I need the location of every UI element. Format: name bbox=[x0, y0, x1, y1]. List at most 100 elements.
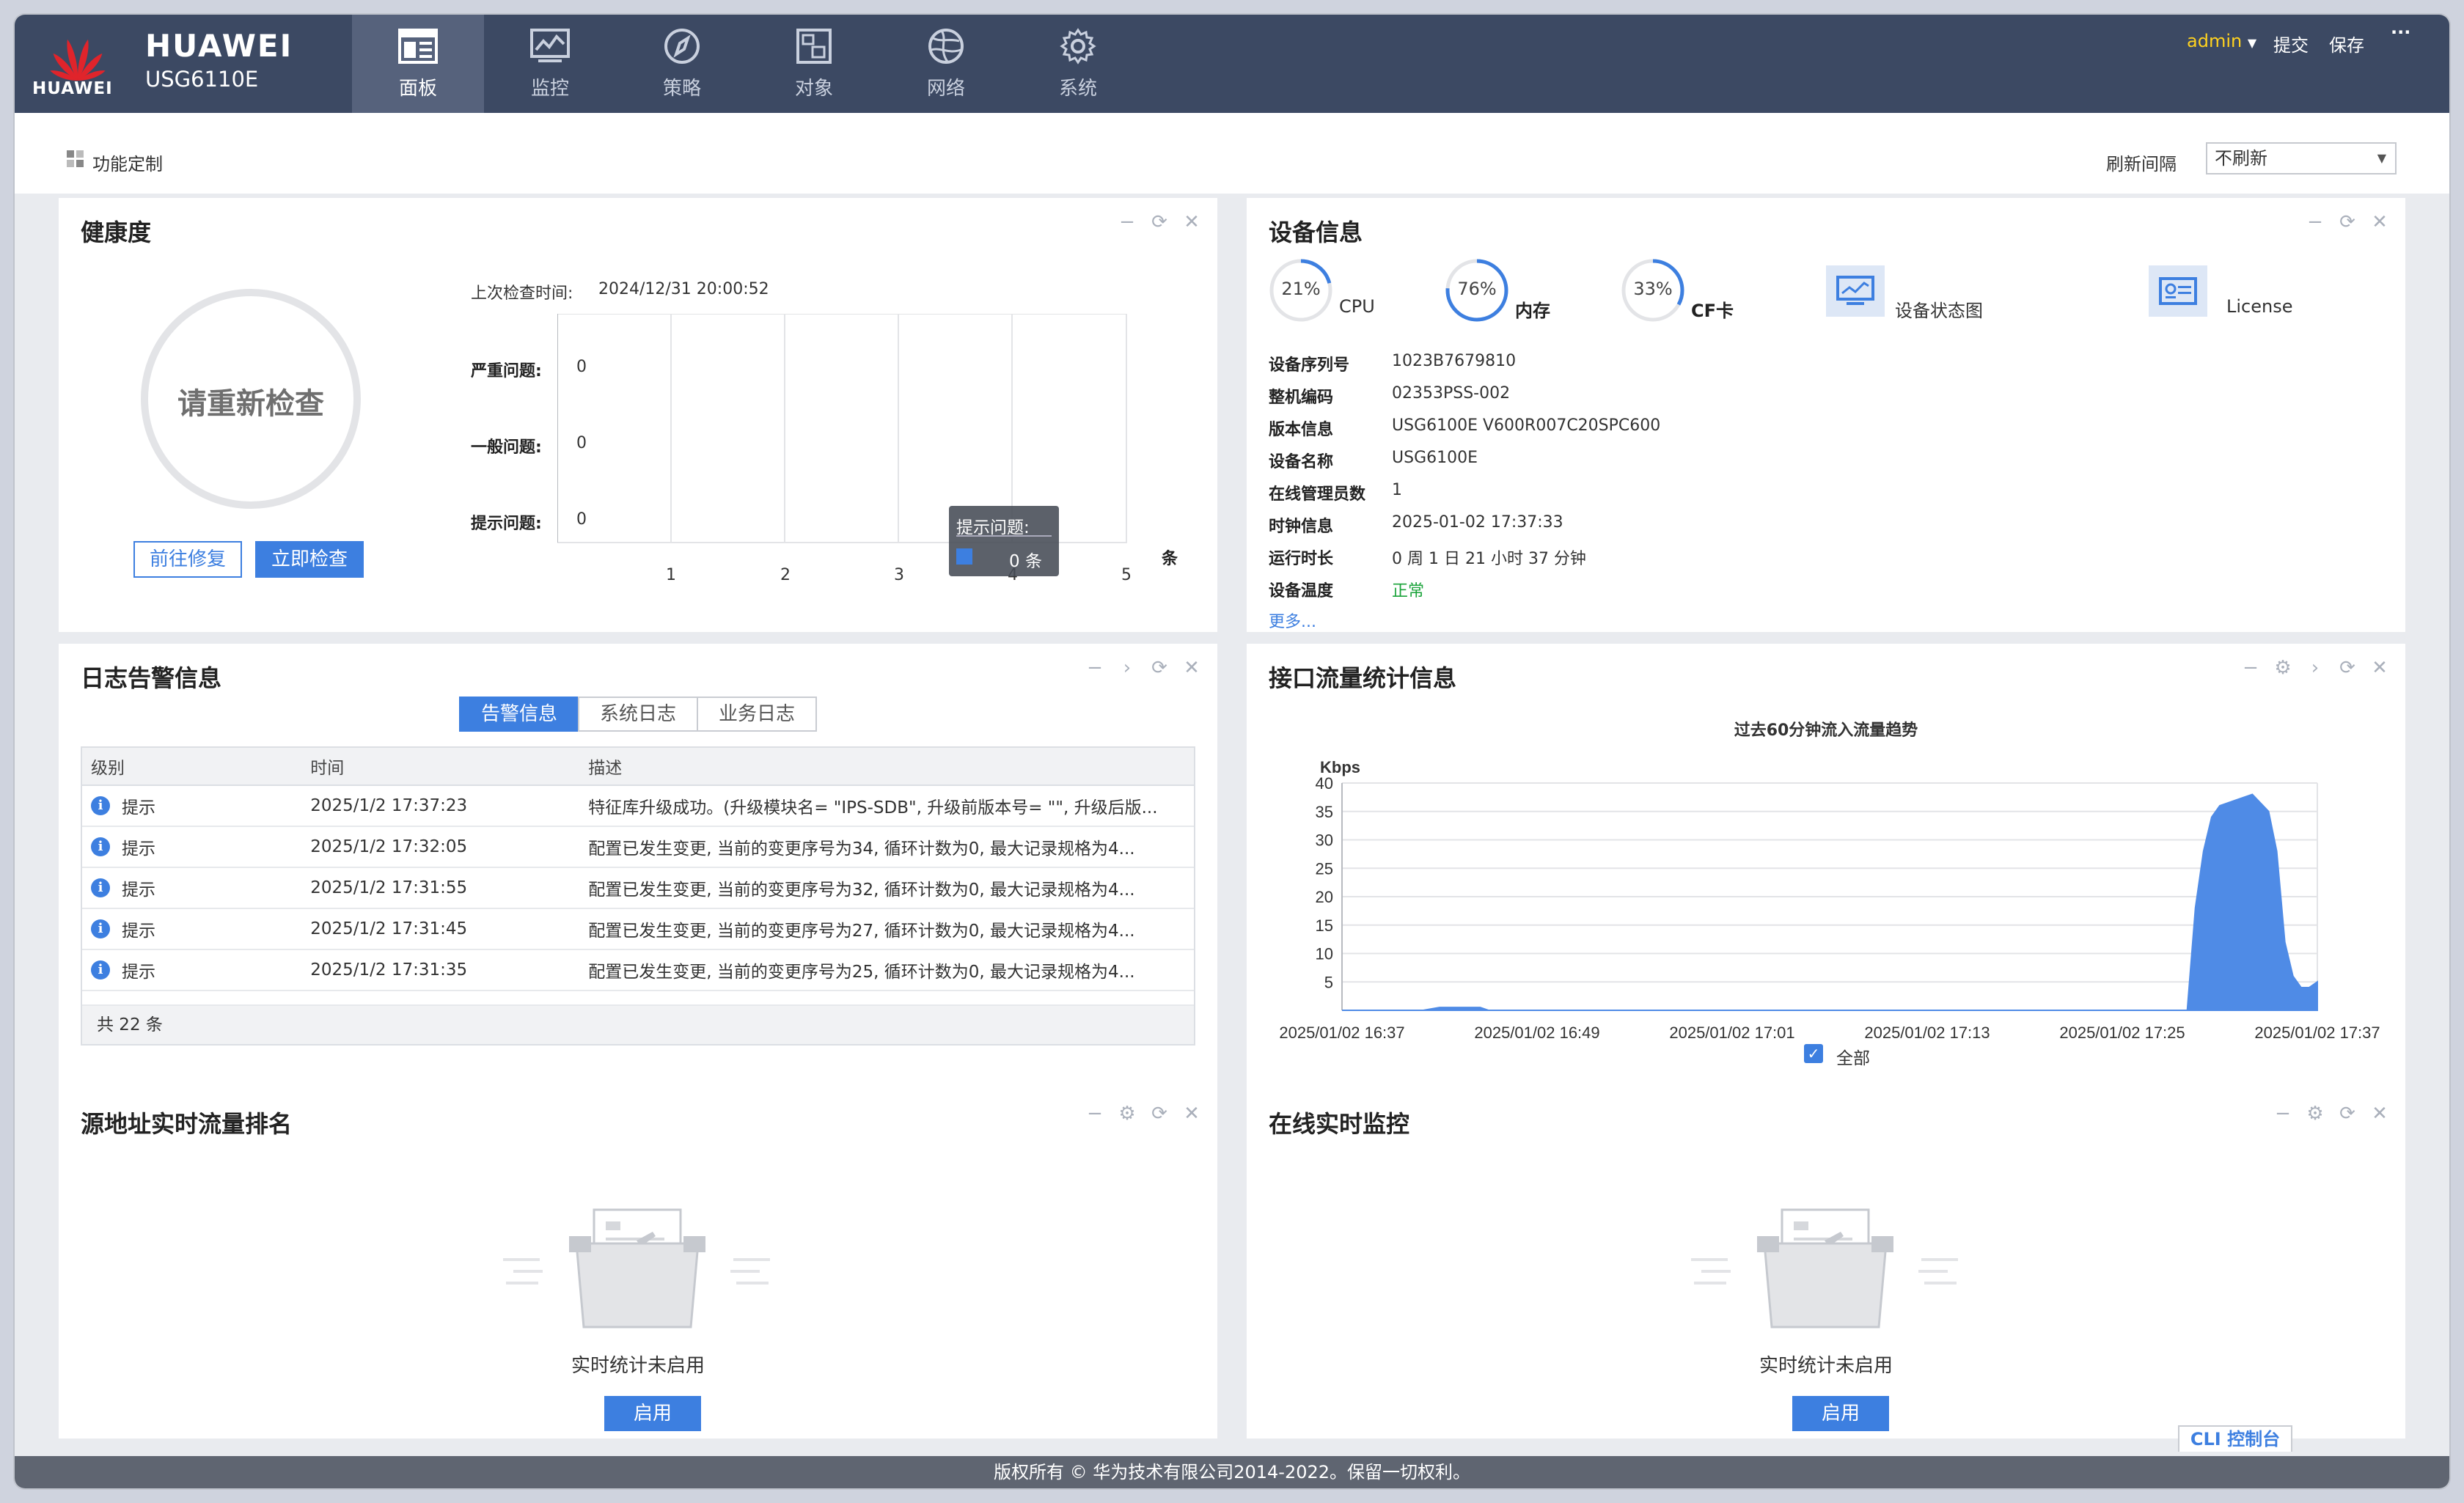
nav-object[interactable]: 对象 bbox=[748, 15, 880, 113]
nav-monitor[interactable]: 监控 bbox=[484, 15, 616, 113]
field-key: 版本信息 bbox=[1269, 421, 1334, 439]
table-row[interactable]: i 提示 2025/1/2 17:31:35 配置已发生变更, 当前的变更序号为2… bbox=[82, 950, 1194, 991]
tooltip-value: 0 条 bbox=[1009, 552, 1042, 571]
settings-icon[interactable]: ⚙ bbox=[1116, 1103, 1138, 1125]
nav-label: 对象 bbox=[794, 78, 833, 100]
nav-dashboard[interactable]: 面板 bbox=[352, 15, 484, 113]
panel-controls: − › ⟳ ✕ bbox=[1084, 657, 1203, 679]
log-alarm-panel: 日志告警信息 − › ⟳ ✕ 告警信息 系统日志 业务日志 级别 时间 描述 i 提示 … bbox=[59, 644, 1217, 1092]
fix-button[interactable]: 前往修复 bbox=[133, 541, 242, 578]
settings-icon[interactable]: ⚙ bbox=[2304, 1103, 2326, 1125]
desc-cell: 特征库升级成功。(升级模块名= "IPS-SDB", 升级前版本号= "", 升… bbox=[588, 798, 1158, 817]
time-cell: 2025/1/2 17:31:45 bbox=[310, 919, 468, 938]
username: admin bbox=[2187, 31, 2243, 51]
y-tick-label: 35 bbox=[1316, 803, 1333, 821]
chevron-right-icon[interactable]: › bbox=[2304, 657, 2326, 679]
source-traffic-rank-panel: 源地址实时流量排名 − ⚙ ⟳ ✕ 实时统计未启用 启用 bbox=[59, 1089, 1217, 1438]
chevron-right-icon[interactable]: › bbox=[1116, 657, 1138, 679]
x-tick-label: 2025/01/02 17:13 bbox=[1864, 1024, 1990, 1042]
more-menu-icon[interactable]: ··· bbox=[2391, 22, 2410, 43]
field-value: 02353PSS-002 bbox=[1392, 384, 1511, 403]
customize-button[interactable]: 功能定制 bbox=[92, 150, 163, 175]
tab-alarm[interactable]: 告警信息 bbox=[459, 697, 579, 732]
time-cell: 2025/1/2 17:37:23 bbox=[310, 796, 468, 815]
desc-cell: 配置已发生变更, 当前的变更序号为34, 循环计数为0, 最大记录规格为4... bbox=[588, 839, 1135, 859]
desc-cell: 配置已发生变更, 当前的变更序号为25, 循环计数为0, 最大记录规格为4... bbox=[588, 963, 1135, 982]
refresh-icon[interactable]: ⟳ bbox=[2336, 211, 2358, 233]
license-label[interactable]: License bbox=[2226, 296, 2292, 317]
refresh-icon[interactable]: ⟳ bbox=[2336, 657, 2358, 679]
nav-label: 策略 bbox=[662, 78, 701, 100]
settings-icon[interactable]: ⚙ bbox=[2272, 657, 2294, 679]
device-model: USG6110E bbox=[145, 67, 259, 92]
minimize-icon[interactable]: − bbox=[1084, 657, 1106, 679]
monitor-screen-icon bbox=[1836, 276, 1874, 305]
status-map-label[interactable]: 设备状态图 bbox=[1895, 296, 1983, 322]
minimize-icon[interactable]: − bbox=[2272, 1103, 2294, 1125]
panel-title: 日志告警信息 bbox=[81, 664, 222, 692]
temperature-status: 正常 bbox=[1392, 582, 1425, 600]
dashboard-icon bbox=[398, 29, 438, 64]
top-header: HUAWEI HUAWEI USG6110E 面板 监控 策略 对象 网络 系统 bbox=[15, 15, 2449, 113]
desc-cell: 配置已发生变更, 当前的变更序号为27, 循环计数为0, 最大记录规格为4... bbox=[588, 922, 1135, 941]
close-icon[interactable]: ✕ bbox=[2369, 1103, 2391, 1125]
close-icon[interactable]: ✕ bbox=[2369, 657, 2391, 679]
cli-console-button[interactable]: CLI 控制台 bbox=[2178, 1425, 2292, 1452]
memory-percent: 76% bbox=[1457, 279, 1497, 299]
minimize-icon[interactable]: − bbox=[1084, 1103, 1106, 1125]
refresh-icon[interactable]: ⟳ bbox=[1148, 211, 1170, 233]
minimize-icon[interactable]: − bbox=[2240, 657, 2262, 679]
field-key: 时钟信息 bbox=[1269, 518, 1334, 536]
brand: HUAWEI USG6110E bbox=[145, 28, 293, 92]
nav-system[interactable]: 系统 bbox=[1012, 15, 1144, 113]
tab-business-log[interactable]: 业务日志 bbox=[697, 697, 817, 732]
license-button[interactable] bbox=[2149, 265, 2207, 317]
table-row[interactable]: i 提示 2025/1/2 17:31:45 配置已发生变更, 当前的变更序号为2… bbox=[82, 909, 1194, 950]
field-key: 在线管理员数 bbox=[1269, 485, 1366, 504]
legend-checkbox[interactable]: ✓ bbox=[1804, 1044, 1823, 1063]
col-level[interactable]: 级别 bbox=[82, 754, 301, 779]
panel-title: 在线实时监控 bbox=[1269, 1110, 1410, 1138]
table-row[interactable]: i 提示 2025/1/2 17:32:05 配置已发生变更, 当前的变更序号为3… bbox=[82, 827, 1194, 868]
tooltip-title: 提示问题: bbox=[956, 518, 1030, 537]
y-tick-label: 15 bbox=[1316, 916, 1333, 935]
tick-label: 5 bbox=[1121, 566, 1132, 584]
more-link[interactable]: 更多... bbox=[1269, 609, 1316, 632]
table-row[interactable]: i 提示 2025/1/2 17:37:23 特征库升级成功。(升级模块名= "I… bbox=[82, 786, 1194, 827]
col-time[interactable]: 时间 bbox=[301, 754, 579, 779]
status-map-button[interactable] bbox=[1826, 265, 1885, 317]
close-icon[interactable]: ✕ bbox=[1181, 1103, 1203, 1125]
refresh-interval-value: 不刷新 bbox=[2215, 148, 2267, 169]
enable-button[interactable]: 启用 bbox=[604, 1396, 701, 1431]
field-value: 1 bbox=[1392, 481, 1402, 499]
minimize-icon[interactable]: − bbox=[1116, 211, 1138, 233]
refresh-icon[interactable]: ⟳ bbox=[2336, 1103, 2358, 1125]
enable-button[interactable]: 启用 bbox=[1792, 1396, 1889, 1431]
panel-controls: − ⚙ › ⟳ ✕ bbox=[2240, 657, 2391, 679]
minimize-icon[interactable]: − bbox=[2304, 211, 2326, 233]
nav-policy[interactable]: 策略 bbox=[616, 15, 748, 113]
refresh-interval-select[interactable]: 不刷新 ▼ bbox=[2206, 142, 2397, 174]
license-card-icon bbox=[2159, 277, 2197, 305]
commit-button[interactable]: 提交 bbox=[2273, 31, 2309, 56]
refresh-icon[interactable]: ⟳ bbox=[1148, 657, 1170, 679]
check-now-button[interactable]: 立即检查 bbox=[255, 541, 364, 578]
close-icon[interactable]: ✕ bbox=[1181, 211, 1203, 233]
panel-controls: − ⟳ ✕ bbox=[2304, 211, 2391, 233]
last-check-time: 2024/12/31 20:00:52 bbox=[598, 280, 769, 298]
panel-title: 接口流量统计信息 bbox=[1269, 664, 1457, 692]
tab-system-log[interactable]: 系统日志 bbox=[578, 697, 698, 732]
nav-network[interactable]: 网络 bbox=[880, 15, 1012, 113]
legend-label[interactable]: 全部 bbox=[1836, 1044, 1870, 1069]
save-button[interactable]: 保存 bbox=[2329, 31, 2364, 56]
panel-title: 健康度 bbox=[81, 218, 152, 246]
user-menu[interactable]: admin ▼ bbox=[2187, 31, 2256, 51]
col-desc[interactable]: 描述 bbox=[579, 754, 1194, 779]
time-cell: 2025/1/2 17:31:35 bbox=[310, 960, 468, 980]
close-icon[interactable]: ✕ bbox=[1181, 657, 1203, 679]
field-value: USG6100E V600R007C20SPC600 bbox=[1392, 416, 1661, 435]
table-row[interactable]: i 提示 2025/1/2 17:31:55 配置已发生变更, 当前的变更序号为3… bbox=[82, 868, 1194, 909]
x-tick-label: 2025/01/02 16:49 bbox=[1474, 1024, 1599, 1042]
close-icon[interactable]: ✕ bbox=[2369, 211, 2391, 233]
refresh-icon[interactable]: ⟳ bbox=[1148, 1103, 1170, 1125]
